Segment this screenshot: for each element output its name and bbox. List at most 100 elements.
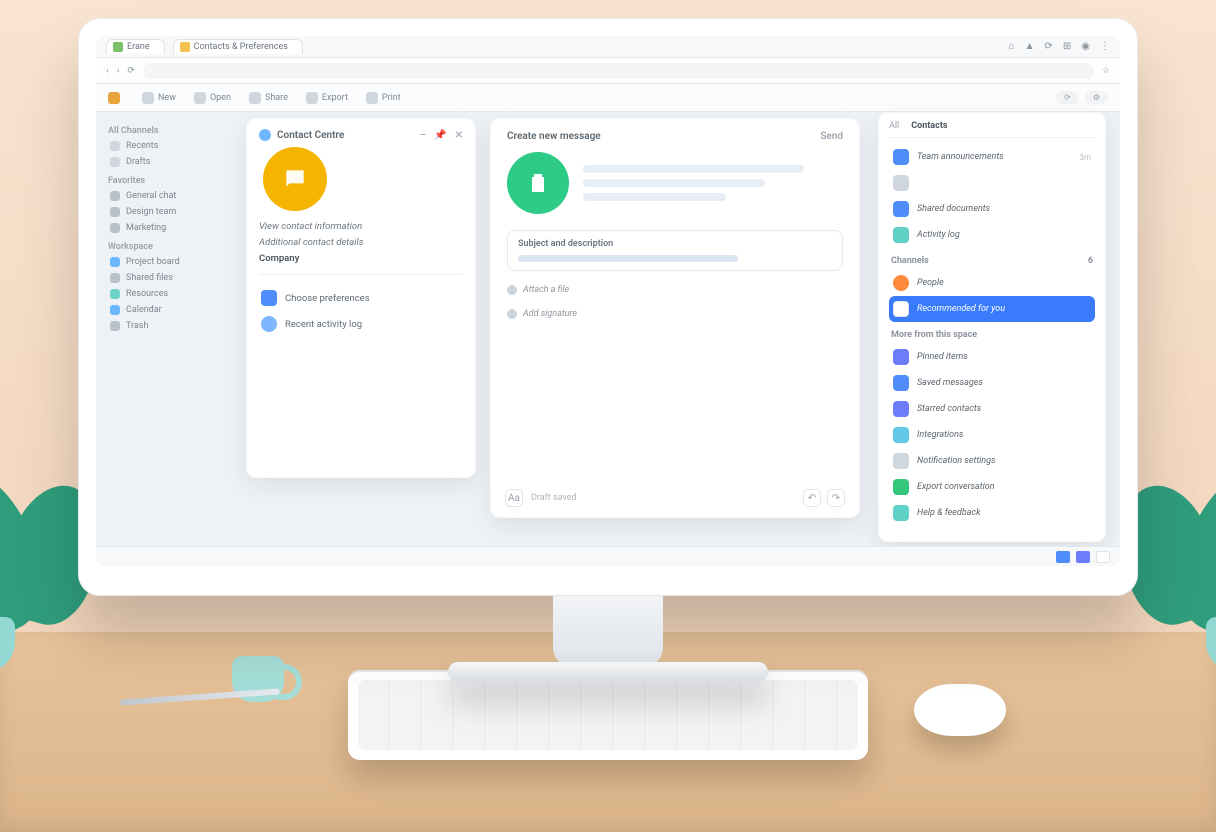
nav-item-label: General chat xyxy=(126,191,176,201)
sidebar-item[interactable]: Export conversation xyxy=(889,474,1095,500)
sidebar-item[interactable]: Help & feedback xyxy=(889,500,1095,526)
sidebar-item-label: Shared documents xyxy=(917,204,1083,214)
back-icon[interactable]: ‹ xyxy=(106,66,109,76)
toolbar-refresh-icon[interactable]: ⟳ xyxy=(1056,91,1079,104)
sidebar-item-label: Team announcements xyxy=(917,152,1071,162)
monitor: Erane Contacts & Preferences ⌂ ▲ ⟳ ⊞ ◉ ⋮… xyxy=(78,18,1138,682)
clipboard-icon xyxy=(526,171,550,195)
address-bar[interactable] xyxy=(143,63,1094,79)
menu-icon[interactable]: ⋮ xyxy=(1100,41,1110,52)
sidebar-item-label: Notification settings xyxy=(917,456,1091,466)
nav-item[interactable]: Resources xyxy=(108,286,220,302)
redo-icon[interactable]: ↷ xyxy=(827,489,845,507)
taskbar-app-icon[interactable] xyxy=(1056,551,1070,563)
nav-item-icon xyxy=(110,321,120,331)
tab-all[interactable]: All xyxy=(889,121,899,131)
toolbar-item[interactable] xyxy=(108,92,124,104)
toolbar-item[interactable]: Open xyxy=(194,92,231,104)
sidebar-item[interactable]: People xyxy=(889,270,1095,296)
activity-icon xyxy=(261,316,277,332)
contact-link-activity[interactable]: Recent activity log xyxy=(259,311,463,337)
sidebar-item[interactable]: Shared documents xyxy=(889,196,1095,222)
toolbar-item[interactable]: New xyxy=(142,92,176,104)
nav-item[interactable]: Calendar xyxy=(108,302,220,318)
nav-item-icon xyxy=(110,257,120,267)
forward-icon[interactable]: › xyxy=(117,66,120,76)
nav-item[interactable]: General chat xyxy=(108,188,220,204)
toolbar-item-label: Export xyxy=(322,93,348,103)
nav-section-title: Favorites xyxy=(108,176,220,186)
sync-icon[interactable]: ⟳ xyxy=(1044,41,1052,52)
undo-icon[interactable]: ↶ xyxy=(803,489,821,507)
meta-label: Attach a file xyxy=(523,285,569,295)
taskbar-app-icon[interactable] xyxy=(1076,551,1090,563)
left-navigation: All Channels Recents Drafts Favorites Genera… xyxy=(96,112,226,546)
subject-input[interactable]: Subject and description xyxy=(507,230,843,271)
sidebar-item[interactable]: Notification settings xyxy=(889,448,1095,474)
reload-icon[interactable]: ⟳ xyxy=(127,66,135,76)
sidebar-item-label: People xyxy=(917,278,1083,288)
pin-icon[interactable]: 📌 xyxy=(434,130,446,141)
toolbar-item-label: Share xyxy=(265,93,288,103)
bookmark-icon[interactable]: ☆ xyxy=(1102,66,1110,76)
close-icon[interactable]: ✕ xyxy=(455,130,463,141)
sidebar-item[interactable]: Starred contacts xyxy=(889,396,1095,422)
sidebar-item[interactable] xyxy=(889,170,1095,196)
toolbar-item-icon xyxy=(108,92,120,104)
sidebar-item-label: Integrations xyxy=(917,430,1091,440)
nav-item[interactable]: Drafts xyxy=(108,154,220,170)
minimize-icon[interactable]: – xyxy=(420,130,426,141)
toolbar-item[interactable]: Export xyxy=(306,92,348,104)
sidebar-item-icon xyxy=(893,505,909,521)
section-title: Channels xyxy=(891,256,929,266)
subject-label: Subject and description xyxy=(518,239,832,249)
sidebar-item-icon xyxy=(893,149,909,165)
nav-item[interactable]: Recents xyxy=(108,138,220,154)
toolbar-settings-icon[interactable]: ⚙ xyxy=(1085,91,1108,104)
format-text-icon[interactable]: Aa xyxy=(505,489,523,507)
attach-file-link[interactable]: Attach a file xyxy=(507,285,843,295)
taskbar-app-icon[interactable] xyxy=(1096,551,1110,563)
nav-item-label: Trash xyxy=(126,321,148,331)
sidebar-item[interactable]: Saved messages xyxy=(889,370,1095,396)
sidebar-item[interactable]: Team announcements3m xyxy=(889,144,1095,170)
sidebar-item[interactable]: Pinned items xyxy=(889,344,1095,370)
nav-item[interactable]: Design team xyxy=(108,204,220,220)
sidebar-item[interactable]: Integrations xyxy=(889,422,1095,448)
browser-tab-2[interactable]: Contacts & Preferences xyxy=(173,39,303,54)
nav-item-label: Design team xyxy=(126,207,176,217)
sidebar-item-icon xyxy=(893,301,909,317)
nav-item-icon xyxy=(110,207,120,217)
tab-contacts[interactable]: Contacts xyxy=(911,121,947,131)
toolbar-item-label: Open xyxy=(210,93,231,103)
contact-link-preferences[interactable]: Choose preferences xyxy=(259,285,463,311)
contact-card: Contact Centre – 📌 ✕ View contact inform… xyxy=(246,118,476,478)
nav-item-icon xyxy=(110,273,120,283)
nav-item[interactable]: Marketing xyxy=(108,220,220,236)
bell-icon[interactable]: ▲ xyxy=(1025,41,1035,52)
toolbar-item-icon xyxy=(142,92,154,104)
browser-tab-1[interactable]: Erane xyxy=(106,39,165,54)
nav-item[interactable]: Project board xyxy=(108,254,220,270)
sidebar-item-icon xyxy=(893,375,909,391)
compose-hero-badge xyxy=(507,152,569,214)
nav-item-label: Recents xyxy=(126,141,158,151)
favicon-icon xyxy=(113,42,123,52)
sidebar-item-icon xyxy=(893,427,909,443)
nav-item-icon xyxy=(110,223,120,233)
browser-actions: ⌂ ▲ ⟳ ⊞ ◉ ⋮ xyxy=(1009,41,1110,52)
extensions-icon[interactable]: ⊞ xyxy=(1063,41,1071,52)
nav-item[interactable]: Trash xyxy=(108,318,220,334)
sidebar-item-icon xyxy=(893,479,909,495)
sidebar-item[interactable]: Activity log xyxy=(889,222,1095,248)
home-icon[interactable]: ⌂ xyxy=(1009,41,1015,52)
nav-section-title: All Channels xyxy=(108,126,220,136)
nav-item-label: Resources xyxy=(126,289,168,299)
nav-item[interactable]: Shared files xyxy=(108,270,220,286)
sidebar-item[interactable]: Recommended for you xyxy=(889,296,1095,322)
toolbar-item[interactable]: Share xyxy=(249,92,288,104)
add-signature-link[interactable]: Add signature xyxy=(507,309,843,319)
profile-icon[interactable]: ◉ xyxy=(1081,41,1090,52)
send-button[interactable]: Send xyxy=(820,131,843,142)
toolbar-item[interactable]: Print xyxy=(366,92,401,104)
